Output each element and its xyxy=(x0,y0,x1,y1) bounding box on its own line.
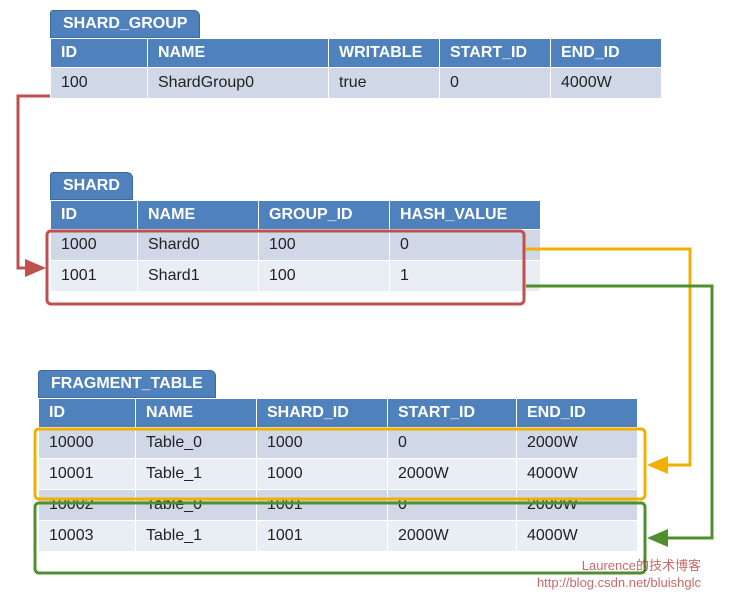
watermark-line2: http://blog.csdn.net/bluishglc xyxy=(537,575,701,592)
col-end-id: END_ID xyxy=(551,39,662,68)
col-start-id: START_ID xyxy=(388,399,517,428)
shard-tab: SHARD xyxy=(50,172,133,200)
table-row: 1000 Shard0 100 0 xyxy=(51,230,541,261)
cell: Table_1 xyxy=(136,459,257,490)
col-writable: WRITABLE xyxy=(329,39,440,68)
watermark: Laurence的技术博客 http://blog.csdn.net/bluis… xyxy=(537,558,701,592)
table-row: 100 ShardGroup0 true 0 4000W xyxy=(51,68,662,99)
cell: 2000W xyxy=(517,428,638,459)
col-start-id: START_ID xyxy=(440,39,551,68)
cell: 1001 xyxy=(257,521,388,552)
cell: 10001 xyxy=(39,459,136,490)
cell: 10002 xyxy=(39,490,136,521)
cell: 0 xyxy=(440,68,551,99)
cell: 2000W xyxy=(517,490,638,521)
fragment-table: ID NAME SHARD_ID START_ID END_ID 10000 T… xyxy=(38,398,638,552)
col-id: ID xyxy=(51,39,148,68)
col-id: ID xyxy=(51,201,138,230)
table-row: 10000 Table_0 1000 0 2000W xyxy=(39,428,638,459)
cell: 1000 xyxy=(257,428,388,459)
cell: Table_0 xyxy=(136,490,257,521)
shard-table: ID NAME GROUP_ID HASH_VALUE 1000 Shard0 … xyxy=(50,200,541,292)
shard-group-tab: SHARD_GROUP xyxy=(50,10,200,38)
cell: 1000 xyxy=(51,230,138,261)
cell: 100 xyxy=(259,230,390,261)
cell: 10000 xyxy=(39,428,136,459)
cell: 1001 xyxy=(51,261,138,292)
cell: Table_1 xyxy=(136,521,257,552)
arrow-group-to-shard xyxy=(18,96,50,268)
cell: 1000 xyxy=(257,459,388,490)
col-name: NAME xyxy=(136,399,257,428)
cell: 4000W xyxy=(551,68,662,99)
cell: 2000W xyxy=(388,521,517,552)
table-row: 10001 Table_1 1000 2000W 4000W xyxy=(39,459,638,490)
fragment-table-tab: FRAGMENT_TABLE xyxy=(38,370,216,398)
cell: 2000W xyxy=(388,459,517,490)
table-row: 10002 Table_0 1001 0 2000W xyxy=(39,490,638,521)
col-shard-id: SHARD_ID xyxy=(257,399,388,428)
table-row: 1001 Shard1 100 1 xyxy=(51,261,541,292)
col-end-id: END_ID xyxy=(517,399,638,428)
cell: true xyxy=(329,68,440,99)
table-row: 10003 Table_1 1001 2000W 4000W xyxy=(39,521,638,552)
cell: 100 xyxy=(51,68,148,99)
watermark-line1: Laurence的技术博客 xyxy=(537,558,701,575)
cell: ShardGroup0 xyxy=(148,68,329,99)
col-hash-value: HASH_VALUE xyxy=(390,201,541,230)
cell: 0 xyxy=(390,230,541,261)
col-name: NAME xyxy=(148,39,329,68)
col-group-id: GROUP_ID xyxy=(259,201,390,230)
cell: 100 xyxy=(259,261,390,292)
shard-group-table: ID NAME WRITABLE START_ID END_ID 100 Sha… xyxy=(50,38,662,99)
col-name: NAME xyxy=(138,201,259,230)
cell: 10003 xyxy=(39,521,136,552)
cell: Shard0 xyxy=(138,230,259,261)
cell: 4000W xyxy=(517,521,638,552)
cell: 4000W xyxy=(517,459,638,490)
cell: 0 xyxy=(388,490,517,521)
cell: Table_0 xyxy=(136,428,257,459)
cell: 1001 xyxy=(257,490,388,521)
cell: 1 xyxy=(390,261,541,292)
cell: 0 xyxy=(388,428,517,459)
cell: Shard1 xyxy=(138,261,259,292)
col-id: ID xyxy=(39,399,136,428)
